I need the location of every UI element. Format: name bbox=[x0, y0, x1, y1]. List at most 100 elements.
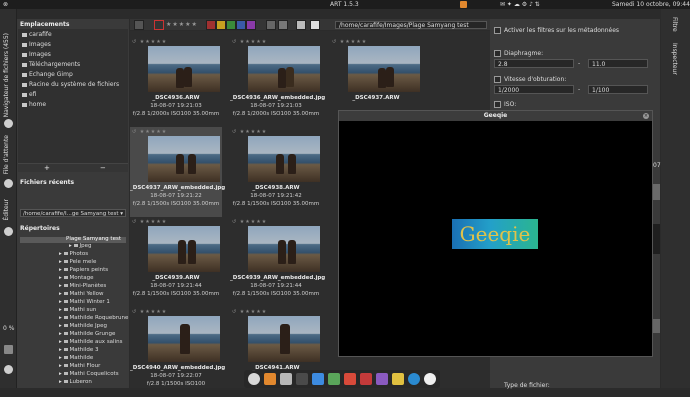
tray-icons[interactable]: ✉ ✦ ☁ ⚙ ♪ ⇅ bbox=[500, 1, 540, 8]
dir-item[interactable]: ▸ Mathilde Roquebrune bbox=[59, 315, 128, 321]
dir-item[interactable]: ▸ Mathi Yellow bbox=[59, 291, 103, 297]
geeqie-window[interactable]: Geeqie × Geeqie bbox=[338, 110, 653, 357]
dir-item[interactable]: ▸ Mathilde 3 bbox=[59, 347, 98, 353]
tab-editor[interactable]: Éditeur bbox=[3, 199, 10, 221]
dir-item[interactable]: ▸ Mathilde Jpeg bbox=[59, 323, 107, 329]
metadata-filter-checkbox[interactable] bbox=[494, 27, 501, 34]
rating-stars[interactable]: ↺ ★★★★★ bbox=[132, 129, 167, 135]
app-icon-8[interactable] bbox=[360, 373, 372, 385]
rating-stars[interactable]: ↺ ★★★★★ bbox=[232, 219, 267, 225]
rating-filter-stars[interactable]: ★★★★★ bbox=[166, 21, 198, 28]
rating-stars[interactable]: ↺ ★★★★★ bbox=[232, 39, 267, 45]
app-icon-6[interactable] bbox=[328, 373, 340, 385]
tab-file-browser[interactable]: Navigateur de fichiers (455) bbox=[3, 33, 10, 117]
place-item[interactable]: Echange Gimp bbox=[22, 71, 73, 78]
app-icon-3[interactable] bbox=[280, 373, 292, 385]
shutter-min-input[interactable]: 1/2000 bbox=[494, 85, 574, 94]
app-icon-2[interactable] bbox=[264, 373, 276, 385]
dir-item[interactable]: ▸ Mathi Coquelicots bbox=[59, 371, 119, 377]
dir-item[interactable]: ▸ Luberon bbox=[59, 379, 92, 385]
rating-stars[interactable]: ↺ ★★★★★ bbox=[132, 309, 167, 315]
close-icon[interactable]: × bbox=[643, 113, 649, 119]
color-label-blue-icon[interactable] bbox=[236, 20, 246, 30]
aperture-max-input[interactable]: 11.0 bbox=[588, 59, 648, 68]
thumbnail-filename: _DSC4936_ARW_embedded.jpg bbox=[230, 95, 326, 101]
thumbnail[interactable]: ↺ ★★★★★ _DSC4938.ARW 18-08-07 19:21:42 f… bbox=[230, 127, 322, 217]
app-icon-7[interactable] bbox=[344, 373, 356, 385]
not-edited-filter-icon[interactable] bbox=[278, 20, 288, 30]
geeqie-titlebar[interactable]: Geeqie × bbox=[339, 111, 652, 121]
app-icon-5[interactable] bbox=[312, 373, 324, 385]
rating-stars[interactable]: ↺ ★★★★★ bbox=[332, 39, 367, 45]
thumbnail[interactable]: ↺ ★★★★★ _DSC4936.ARW 18-08-07 19:21:03 f… bbox=[130, 37, 222, 127]
rating-stars[interactable]: ↺ ★★★★★ bbox=[232, 309, 267, 315]
place-item[interactable]: home bbox=[22, 101, 46, 108]
thumbnail[interactable]: ↺ ★★★★★ _DSC4940_ARW_embedded.jpg 18-08-… bbox=[130, 307, 225, 397]
dir-item[interactable]: ▸ Mathi Winter 1 bbox=[59, 299, 110, 305]
clock[interactable]: Samedi 10 octobre, 09:44 bbox=[612, 1, 690, 8]
edited-filter-icon[interactable] bbox=[266, 20, 276, 30]
place-item[interactable]: efi bbox=[22, 91, 36, 98]
iso-checkbox[interactable] bbox=[494, 101, 501, 108]
path-input[interactable]: /home/carafife/Images/Plage Samyang test bbox=[335, 21, 487, 29]
aperture-checkbox[interactable] bbox=[494, 50, 501, 57]
dir-item[interactable]: ▸ Montage bbox=[59, 275, 94, 281]
dir-item[interactable]: ▸ Mathi sun bbox=[59, 307, 96, 313]
view-mode-icon[interactable] bbox=[310, 20, 320, 30]
color-label-green-icon[interactable] bbox=[226, 20, 236, 30]
color-label-yellow-icon[interactable] bbox=[216, 20, 226, 30]
rating-stars[interactable]: ↺ ★★★★★ bbox=[132, 39, 167, 45]
app-indicator-icon[interactable] bbox=[460, 1, 467, 8]
remove-place-button[interactable]: − bbox=[100, 164, 106, 172]
thumbnail[interactable]: ↺ ★★★★★ _DSC4939_ARW_embedded.jpg 18-08-… bbox=[230, 217, 325, 307]
aperture-icon[interactable] bbox=[4, 227, 13, 236]
app-icon-10[interactable] bbox=[392, 373, 404, 385]
send-icon[interactable] bbox=[4, 365, 13, 374]
dir-item[interactable]: ▸ Mathi Flour bbox=[59, 363, 100, 369]
tab-queue[interactable]: File d'attente bbox=[3, 135, 10, 174]
editor-icon[interactable] bbox=[4, 179, 13, 188]
aperture-min-input[interactable]: 2.8 bbox=[494, 59, 574, 68]
place-item[interactable]: Téléchargements bbox=[22, 61, 80, 68]
tab-inspector[interactable]: Inspecteur bbox=[671, 43, 678, 75]
dir-item[interactable]: ▸ Mini-Planètes bbox=[59, 283, 106, 289]
color-label-red-icon[interactable] bbox=[206, 20, 216, 30]
shutter-max-input[interactable]: 1/100 bbox=[588, 85, 648, 94]
queue-icon[interactable] bbox=[4, 119, 13, 128]
expand-icon[interactable] bbox=[4, 345, 13, 354]
range-dash: - bbox=[578, 86, 581, 93]
rating-stars[interactable]: ↺ ★★★★★ bbox=[232, 129, 267, 135]
thumbnail-selected[interactable]: ↺ ★★★★★ _DSC4937_ARW_embedded.jpg 18-08-… bbox=[130, 127, 225, 217]
unrated-filter-icon[interactable] bbox=[154, 20, 164, 30]
app-icon-12[interactable] bbox=[424, 373, 436, 385]
dir-item[interactable]: ▸ Mathilde aux salins bbox=[59, 339, 122, 345]
place-item[interactable]: Racine du système de fichiers bbox=[22, 81, 119, 88]
add-place-button[interactable]: + bbox=[44, 164, 50, 172]
window-close-icon[interactable]: ⊗ bbox=[3, 1, 8, 8]
dir-item[interactable]: ▸ Jpeg bbox=[69, 243, 92, 249]
app-icon-4[interactable] bbox=[296, 373, 308, 385]
app-icon-1[interactable] bbox=[248, 373, 260, 385]
shutter-checkbox[interactable] bbox=[494, 76, 501, 83]
color-label-purple-icon[interactable] bbox=[246, 20, 256, 30]
photo-preview bbox=[248, 226, 320, 272]
tab-filter[interactable]: Filtre bbox=[671, 17, 678, 32]
place-item[interactable]: carafife bbox=[22, 31, 52, 38]
dir-item[interactable]: ▸ Pele mele bbox=[59, 259, 96, 265]
filter-icon[interactable] bbox=[134, 20, 144, 30]
thumbnail[interactable]: ↺ ★★★★★ _DSC4936_ARW_embedded.jpg 18-08-… bbox=[230, 37, 326, 127]
place-item[interactable]: Images bbox=[22, 51, 51, 58]
dir-item[interactable]: ▸ Mathilde bbox=[59, 355, 93, 361]
thumbnail[interactable]: ↺ ★★★★★ _DSC4939.ARW 18-08-07 19:21:44 f… bbox=[130, 217, 222, 307]
dir-item[interactable]: ▸ Photos bbox=[59, 251, 88, 257]
recent-files-dropdown[interactable]: /home/carafife/I...ge Samyang test ▾ bbox=[20, 209, 126, 217]
app-icon-9[interactable] bbox=[376, 373, 388, 385]
place-item[interactable]: Images bbox=[22, 41, 51, 48]
app-icon-11[interactable] bbox=[408, 373, 420, 385]
trash-icon[interactable] bbox=[296, 20, 306, 30]
metadata-filter-label: Activer les filtres sur les métadonnées bbox=[504, 27, 620, 34]
thumbnail-date: 18-08-07 19:21:03 bbox=[150, 103, 202, 109]
dir-item[interactable]: ▸ Papiers peints bbox=[59, 267, 108, 273]
rating-stars[interactable]: ↺ ★★★★★ bbox=[132, 219, 167, 225]
dir-item[interactable]: ▸ Mathilde Grunge bbox=[59, 331, 115, 337]
